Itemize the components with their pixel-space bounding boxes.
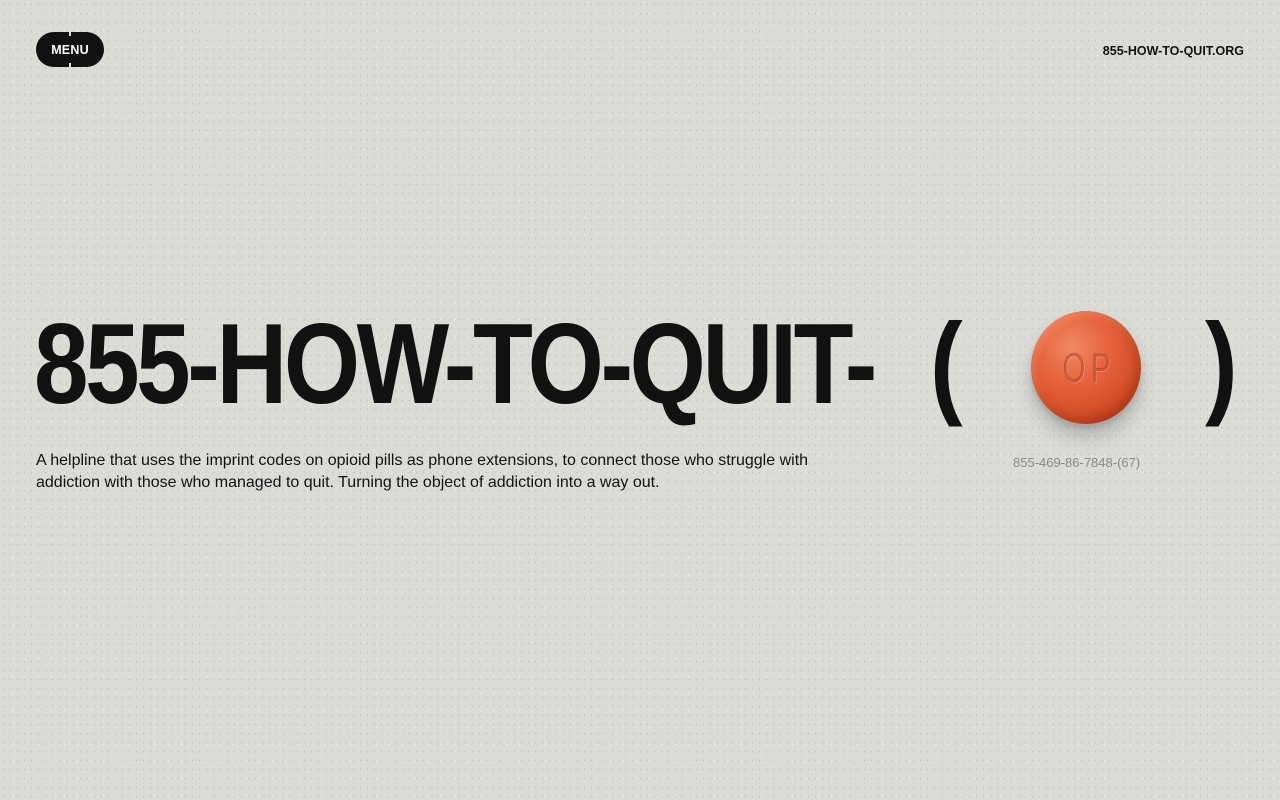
hero-headline: 855-HOW-TO-QUIT- [34,301,877,428]
site-link[interactable]: 855-HOW-TO-QUIT.ORG [1103,44,1244,58]
menu-notch-top [69,32,71,36]
menu-notch-bottom [69,63,71,67]
menu-label: MENU [51,42,89,57]
menu-button[interactable]: MENU [36,32,104,67]
paren-close: ) [1205,301,1238,428]
pill-image[interactable]: OP [1031,311,1141,424]
phone-extension: 855-469-86-7848-(67) [1013,455,1141,470]
hero-description: A helpline that uses the imprint codes o… [36,452,809,491]
paren-open: ( [930,301,963,428]
pill-imprint: OP [1062,343,1116,391]
